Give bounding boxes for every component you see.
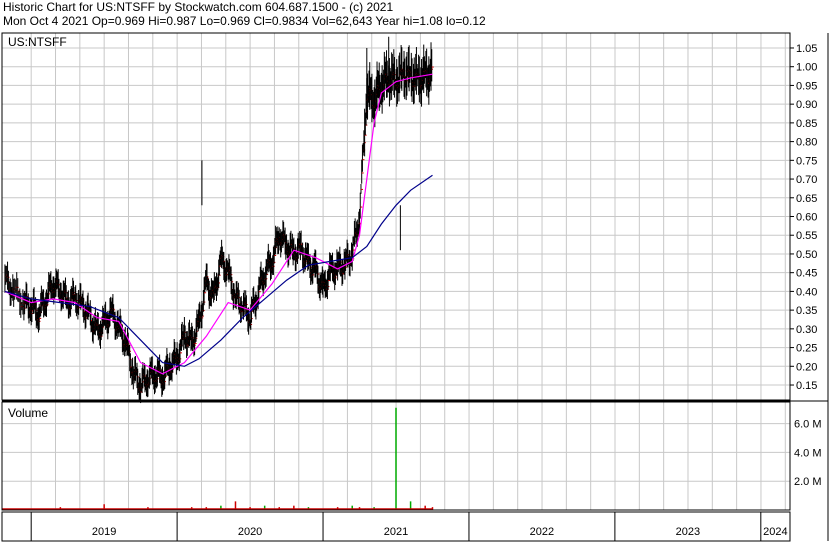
price-tick-label: 0.90 bbox=[796, 99, 817, 111]
symbol-label: US:NTSFF bbox=[8, 35, 67, 49]
price-tick-label: 0.85 bbox=[796, 118, 817, 130]
price-tick-label: 1.05 bbox=[796, 43, 817, 55]
volume-panel-title: Volume bbox=[8, 406, 48, 420]
price-tick-label: 0.35 bbox=[796, 305, 817, 317]
price-tick-label: 0.80 bbox=[796, 137, 817, 149]
volume-tick-label: 6.0 M bbox=[794, 419, 822, 431]
year-tick-label: 2022 bbox=[530, 526, 554, 538]
price-tick-label: 0.20 bbox=[796, 361, 817, 373]
year-tick-label: 2024 bbox=[763, 526, 787, 538]
volume-tick-label: 2.0 M bbox=[794, 476, 822, 488]
price-tick-label: 0.30 bbox=[796, 324, 817, 336]
chart-labels: 1.05 1.00 0.95 0.90 0.85 0.80 0.75 0.70 0.65 0.60… bbox=[8, 35, 822, 538]
price-tick-label: 0.75 bbox=[796, 155, 817, 167]
price-tick-label: 0.70 bbox=[796, 174, 817, 186]
price-tick-label: 0.50 bbox=[796, 249, 817, 261]
price-tick-label: 0.65 bbox=[796, 193, 817, 205]
year-tick-label: 2023 bbox=[676, 526, 700, 538]
price-tick-label: 0.40 bbox=[796, 286, 817, 298]
price-bars bbox=[4, 36, 434, 404]
price-tick-label: 0.15 bbox=[796, 380, 817, 392]
price-tick-label: 0.45 bbox=[796, 268, 817, 280]
price-tick-label: 0.25 bbox=[796, 343, 817, 355]
year-tick-label: 2021 bbox=[384, 526, 408, 538]
volume-bars bbox=[2, 407, 434, 510]
volume-tick-label: 4.0 M bbox=[794, 447, 822, 459]
year-tick-label: 2020 bbox=[238, 526, 262, 538]
price-tick-label: 0.95 bbox=[796, 80, 817, 92]
year-tick-label: 2019 bbox=[92, 526, 116, 538]
stock-chart: 1.05 1.00 0.95 0.90 0.85 0.80 0.75 0.70 0.65 0.60… bbox=[1, 32, 829, 542]
price-tick-label: 1.00 bbox=[796, 62, 817, 74]
price-tick-label: 0.60 bbox=[796, 212, 817, 224]
chart-frame bbox=[1, 32, 829, 542]
price-tick-label: 0.55 bbox=[796, 230, 817, 242]
